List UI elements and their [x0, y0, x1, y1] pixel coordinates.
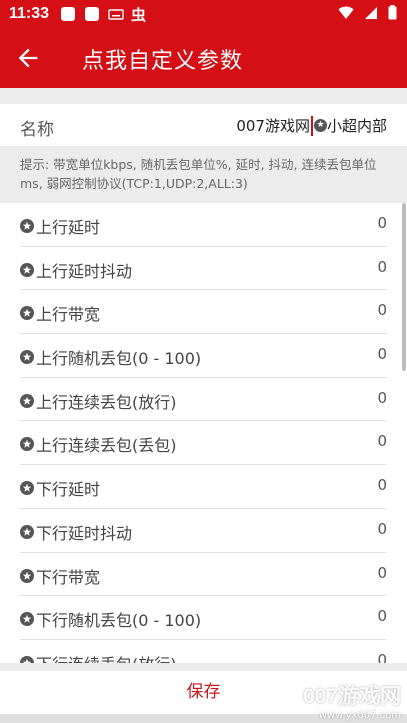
param-row[interactable]: 上行连续丢包(放行) 0	[20, 378, 387, 422]
divider	[0, 88, 407, 104]
param-value[interactable]: 0	[377, 389, 387, 407]
notification-square-icon	[85, 7, 99, 21]
param-label: 下行连续丢包(放行)	[36, 651, 177, 663]
param-label: 上行延时抖动	[36, 261, 133, 281]
param-row[interactable]: 上行延时 0	[20, 203, 387, 247]
param-label: 下行随机丢包(0 - 100)	[36, 611, 202, 631]
param-label: 上行带宽	[36, 305, 101, 325]
param-value[interactable]: 0	[377, 345, 387, 363]
name-value-suffix: 小超内部	[326, 117, 387, 135]
param-label: 下行带宽	[36, 567, 101, 587]
param-value[interactable]: 0	[377, 476, 387, 494]
star-icon: ★	[313, 119, 327, 132]
star-icon	[20, 437, 34, 452]
status-bar: 11:33 虫	[0, 0, 407, 28]
param-value[interactable]: 0	[377, 564, 387, 582]
app-bar: 点我自定义参数	[0, 28, 407, 88]
param-row[interactable]: 下行连续丢包(放行) 0	[20, 640, 387, 663]
signal-icon	[365, 6, 377, 19]
star-icon	[20, 568, 34, 583]
name-label: 名称	[20, 120, 54, 140]
notification-square-icon	[61, 7, 75, 21]
star-icon	[20, 219, 34, 233]
param-value[interactable]: 0	[377, 214, 387, 232]
name-input[interactable]: 007游戏网 ★ 小超内部	[236, 115, 387, 136]
param-row[interactable]: 下行延时抖动 0	[20, 509, 387, 553]
param-value[interactable]: 0	[377, 607, 387, 625]
star-icon	[20, 612, 34, 627]
divider	[0, 663, 407, 671]
star-icon	[20, 481, 34, 496]
param-row[interactable]: 下行随机丢包(0 - 100) 0	[20, 596, 387, 640]
wifi-icon	[338, 6, 354, 19]
scrollbar-thumb[interactable]	[402, 203, 406, 371]
param-value[interactable]: 0	[377, 520, 387, 538]
battery-icon	[388, 5, 397, 20]
watermark-url: www.yx007.com	[318, 710, 401, 721]
star-icon	[20, 350, 34, 365]
page-title: 点我自定义参数	[82, 49, 244, 74]
star-icon	[20, 262, 34, 277]
keyboard-icon	[108, 9, 124, 20]
bug-app-icon: 虫	[131, 6, 147, 24]
param-row[interactable]: 下行带宽 0	[20, 553, 387, 597]
param-value[interactable]: 0	[377, 258, 387, 276]
param-list[interactable]: 上行延时 0 上行延时抖动 0 上行带宽 0 上行随机丢包(0 - 100) 0 上行连续丢包(…	[0, 203, 407, 663]
star-icon	[20, 655, 34, 663]
star-icon	[20, 306, 34, 321]
back-arrow-icon[interactable]	[14, 44, 42, 72]
param-value[interactable]: 0	[377, 651, 387, 663]
param-row[interactable]: 上行随机丢包(0 - 100) 0	[20, 334, 387, 378]
param-label: 上行连续丢包(丢包)	[36, 436, 177, 456]
param-label: 上行连续丢包(放行)	[36, 392, 177, 412]
param-row[interactable]: 上行延时抖动 0	[20, 247, 387, 291]
param-row[interactable]: 上行带宽 0	[20, 290, 387, 335]
param-value[interactable]: 0	[377, 432, 387, 450]
watermark: 007游戏网 www.yx007.com	[303, 680, 401, 721]
param-label: 下行延时	[36, 480, 101, 500]
star-icon	[20, 524, 34, 539]
hint-text: 提示: 带宽单位kbps, 随机丢包单位%, 延时, 抖动, 连续丢包单位ms,…	[0, 146, 407, 203]
star-icon	[20, 393, 34, 408]
param-label: 上行延时	[36, 218, 101, 237]
param-label: 下行延时抖动	[36, 523, 133, 543]
param-row[interactable]: 上行连续丢包(丢包) 0	[20, 421, 387, 466]
name-value-prefix: 007游戏网	[236, 117, 310, 135]
param-label: 上行随机丢包(0 - 100)	[36, 349, 202, 369]
param-row[interactable]: 下行延时 0	[20, 465, 387, 509]
status-time: 11:33	[9, 5, 50, 22]
param-value[interactable]: 0	[377, 301, 387, 319]
text-cursor	[310, 115, 313, 136]
watermark-logo-text: 007游戏网	[302, 685, 401, 708]
name-field-row[interactable]: 名称 007游戏网 ★ 小超内部	[0, 104, 407, 146]
